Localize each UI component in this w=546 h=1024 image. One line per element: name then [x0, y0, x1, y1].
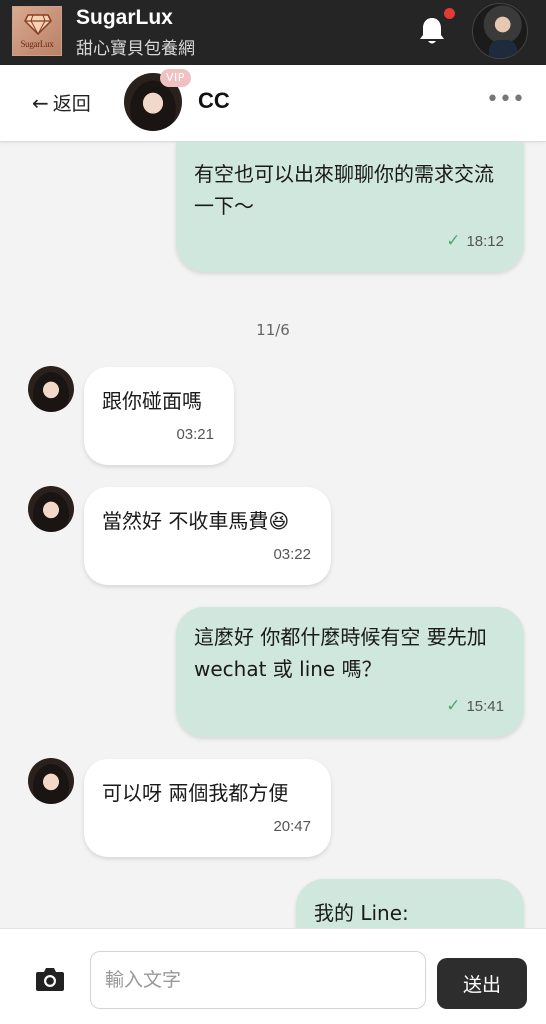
message-text: 可以呀 兩個我都方便 [102, 781, 289, 805]
message-time: 03:21 [176, 426, 214, 443]
read-check-icon: ✓ [446, 696, 461, 715]
app-name: SugarLux [76, 6, 173, 29]
notification-dot [444, 8, 455, 19]
message-time: ✓ 15:41 [446, 696, 504, 715]
contact-avatar-small[interactable] [28, 366, 74, 412]
message-outgoing: 這麼好 你都什麼時候有空 要先加 wechat 或 line 嗎？ ✓ 15:41 [176, 607, 524, 737]
message-text: 這麼好 你都什麼時候有空 要先加 wechat 或 line 嗎？ [194, 625, 487, 681]
message-text: 當然好 不收車馬費😆 [102, 509, 290, 533]
camera-icon[interactable] [35, 966, 65, 992]
app-bar: SugarLux SugarLux 甜心寶貝包養網 [0, 0, 546, 65]
message-incoming: 當然好 不收車馬費😆 03:22 [84, 487, 331, 585]
contact-avatar-small[interactable] [28, 758, 74, 804]
read-check-icon: ✓ [446, 231, 461, 250]
user-avatar[interactable] [472, 3, 528, 59]
arrow-left-icon: ← [32, 91, 49, 115]
message-text: 有空也可以出來聊聊你的需求交流一下～ [194, 162, 494, 218]
contact-name: CC [198, 88, 230, 113]
message-time: ✓ 18:12 [446, 231, 504, 250]
back-label: 返回 [52, 93, 91, 115]
more-options-button[interactable]: ••• [486, 87, 525, 112]
message-outgoing: 有空也可以出來聊聊你的需求交流一下～ ✓ 18:12 [176, 142, 524, 272]
diamond-icon [24, 14, 52, 35]
message-list[interactable]: 有空也可以出來聊聊你的需求交流一下～ ✓ 18:12 11/6 跟你碰面嗎 03:… [0, 142, 546, 928]
message-incoming: 可以呀 兩個我都方便 20:47 [84, 759, 331, 857]
app-subtitle: 甜心寶貝包養網 [76, 39, 195, 59]
date-separator: 11/6 [256, 321, 290, 339]
message-composer: 送出 [0, 928, 546, 1024]
message-text: 跟你碰面嗎 [102, 389, 202, 413]
back-button[interactable]: ← 返回 [32, 89, 91, 116]
logo-wordmark: SugarLux [20, 39, 54, 49]
message-text: 我的 Line: [314, 901, 409, 925]
message-time: 03:22 [273, 546, 311, 563]
message-outgoing: 我的 Line: [296, 879, 524, 928]
message-time: 20:47 [273, 818, 311, 835]
message-incoming: 跟你碰面嗎 03:21 [84, 367, 234, 465]
chat-header: ← 返回 VIP CC ••• [0, 65, 546, 142]
send-button[interactable]: 送出 [437, 958, 527, 1009]
contact-avatar-small[interactable] [28, 486, 74, 532]
bell-icon[interactable] [418, 16, 446, 46]
vip-badge: VIP [160, 69, 191, 87]
message-input[interactable] [90, 951, 426, 1009]
app-logo[interactable]: SugarLux [12, 6, 62, 56]
